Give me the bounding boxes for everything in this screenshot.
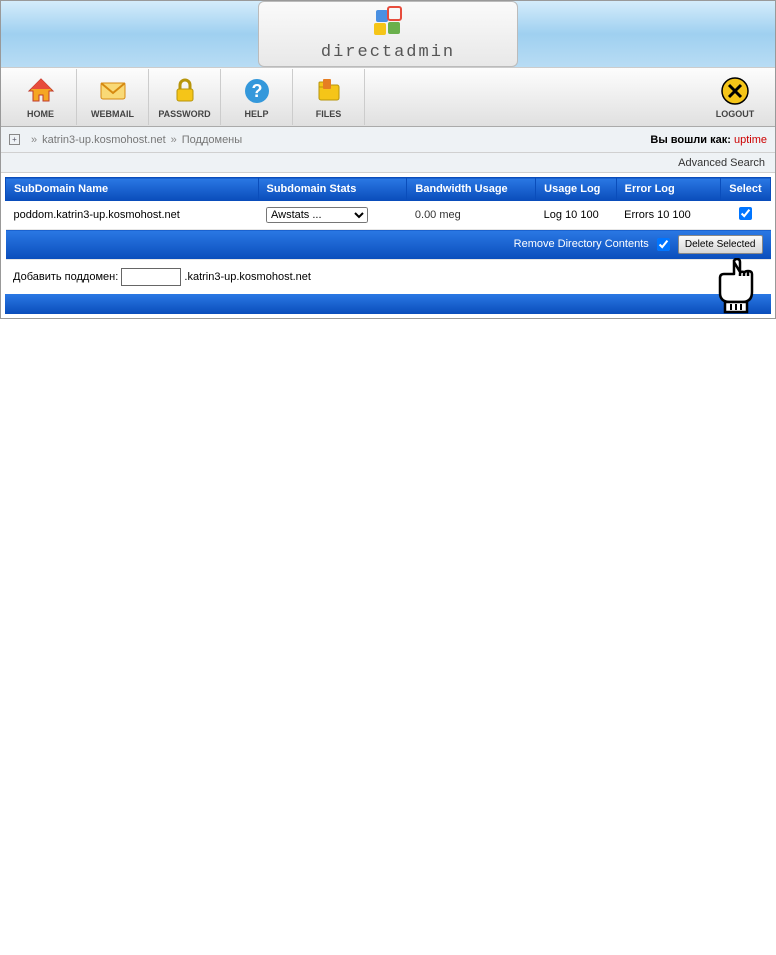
subdomain-link[interactable]: poddom.katrin3-up.kosmohost.net	[14, 209, 180, 221]
remove-dir-label: Remove Directory Contents	[514, 238, 649, 250]
login-username: uptime	[734, 134, 767, 146]
col-bandwidth[interactable]: Bandwidth Usage	[407, 178, 536, 201]
files-icon	[313, 75, 345, 107]
header-banner: directadmin	[1, 1, 775, 67]
logout-icon	[719, 75, 751, 107]
usage-log-link[interactable]: Log 10 100	[544, 209, 599, 221]
login-as-label: Вы вошли как: uptime	[650, 134, 767, 146]
bandwidth-value: 0.00 meg	[407, 201, 536, 230]
col-usage-log[interactable]: Usage Log	[536, 178, 616, 201]
nav-help[interactable]: ? HELP	[221, 69, 293, 125]
subdomain-table: SubDomain Name Subdomain Stats Bandwidth…	[5, 177, 771, 260]
breadcrumb-page[interactable]: Поддомены	[182, 134, 242, 146]
directadmin-logo-icon	[372, 6, 404, 41]
nav-logout[interactable]: LOGOUT	[699, 69, 771, 125]
table-row: poddom.katrin3-up.kosmohost.net Awstats …	[6, 201, 771, 230]
nav-home-label: HOME	[27, 109, 54, 119]
nav-files-label: FILES	[316, 109, 342, 119]
mail-icon	[97, 75, 129, 107]
delete-selected-button[interactable]: Delete Selected	[678, 235, 763, 254]
col-error-log[interactable]: Error Log	[616, 178, 721, 201]
subdomain-input[interactable]	[121, 268, 181, 286]
nav-password-label: PASSWORD	[158, 109, 210, 119]
nav-webmail-label: WEBMAIL	[91, 109, 134, 119]
nav-webmail[interactable]: WEBMAIL	[77, 69, 149, 125]
domain-suffix: .katrin3-up.kosmohost.net	[184, 271, 311, 283]
col-select[interactable]: Select	[721, 178, 771, 201]
advanced-search-row: Advanced Search	[1, 153, 775, 173]
nav-help-label: HELP	[244, 109, 268, 119]
nav-logout-label: LOGOUT	[716, 109, 755, 119]
svg-text:?: ?	[251, 81, 262, 101]
nav-password[interactable]: PASSWORD	[149, 69, 221, 125]
add-subdomain-form: Добавить поддомен: .katrin3-up.kosmohost…	[5, 260, 771, 294]
stats-select[interactable]: Awstats ...	[266, 207, 368, 223]
action-row: Remove Directory Contents Delete Selecte…	[6, 230, 771, 260]
remove-dir-checkbox[interactable]	[657, 238, 670, 251]
main-navbar: HOME WEBMAIL PASSWORD ? HELP FILES LOGOU…	[1, 67, 775, 127]
help-icon: ?	[241, 75, 273, 107]
col-name[interactable]: SubDomain Name	[6, 178, 259, 201]
row-select-checkbox[interactable]	[739, 207, 752, 220]
advanced-search-link[interactable]: Advanced Search	[678, 157, 765, 169]
error-log-link[interactable]: Errors 10 100	[624, 209, 691, 221]
breadcrumb-domain[interactable]: katrin3-up.kosmohost.net	[42, 134, 166, 146]
breadcrumb: + » katrin3-up.kosmohost.net » Поддомены…	[1, 127, 775, 153]
expand-icon[interactable]: +	[9, 134, 20, 145]
nav-files[interactable]: FILES	[293, 69, 365, 125]
lock-icon	[169, 75, 201, 107]
brand-text: directadmin	[321, 43, 455, 62]
submit-bar	[5, 294, 771, 314]
nav-home[interactable]: HOME	[5, 69, 77, 125]
col-stats[interactable]: Subdomain Stats	[258, 178, 407, 201]
home-icon	[25, 75, 57, 107]
add-label: Добавить поддомен:	[13, 271, 118, 283]
logo-box: directadmin	[258, 1, 518, 67]
